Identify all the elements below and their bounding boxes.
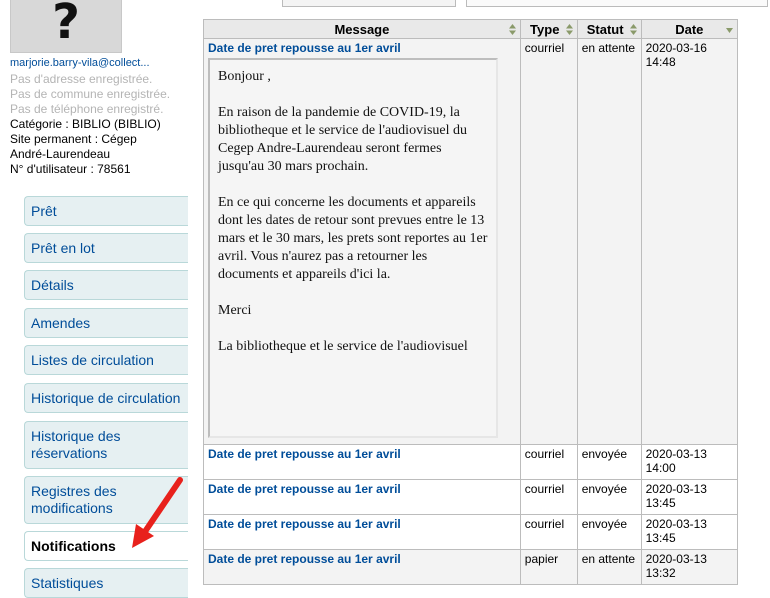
status-cell: envoyée <box>576 514 642 550</box>
status-cell: en attente <box>576 549 642 585</box>
status-cell: en attente <box>576 38 642 445</box>
nav-item-historique-circulation[interactable]: Historique de circulation <box>24 383 188 413</box>
message-body: Bonjour , En raison de la pandemie de CO… <box>208 58 498 438</box>
table-row: Date de pret repousse au 1er avril courr… <box>203 444 739 480</box>
patron-library-line1: Site permanent : Cégep <box>10 132 137 146</box>
table-row: Date de pret repousse au 1er avril Bonjo… <box>203 38 739 445</box>
nav-item-listes-circulation[interactable]: Listes de circulation <box>24 345 188 375</box>
patron-library-line2: André-Laurendeau <box>10 147 111 161</box>
message-cell: Date de pret repousse au 1er avril <box>203 514 521 550</box>
date-cell: 2020-03-16 14:48 <box>640 38 739 445</box>
message-paragraph: En ce qui concerne les documents et appa… <box>218 195 488 282</box>
sort-both-icon <box>508 24 516 35</box>
column-header-type-label: Type <box>530 21 560 37</box>
patron-user-number: N° d'utilisateur : 78561 <box>10 162 131 176</box>
table-controls-bar <box>204 0 770 7</box>
no-phone-text: Pas de téléphone enregistré. <box>10 102 164 116</box>
message-subject-link[interactable]: Date de pret repousse au 1er avril <box>208 41 516 55</box>
table-row: Date de pret repousse au 1er avril courr… <box>203 514 739 550</box>
column-header-date-label: Date <box>675 21 704 37</box>
message-subject-link[interactable]: Date de pret repousse au 1er avril <box>208 517 516 531</box>
column-header-type[interactable]: Type <box>519 19 578 39</box>
type-cell: courriel <box>519 38 578 445</box>
nav-item-pret[interactable]: Prêt <box>24 196 188 226</box>
column-header-date[interactable]: Date <box>640 19 739 39</box>
date-cell: 2020-03-13 13:45 <box>640 514 739 550</box>
column-header-message[interactable]: Message <box>203 19 521 39</box>
message-subject-link[interactable]: Date de pret repousse au 1er avril <box>208 447 516 461</box>
date-cell: 2020-03-13 13:45 <box>640 479 739 515</box>
question-mark-icon: ? <box>52 0 80 50</box>
message-paragraph: Merci <box>218 303 252 318</box>
type-cell: papier <box>519 549 578 585</box>
paging-buttons[interactable] <box>466 0 768 7</box>
date-cell: 2020-03-13 14:00 <box>640 444 739 480</box>
no-city-text: Pas de commune enregistrée. <box>10 87 171 101</box>
type-cell: courriel <box>519 479 578 515</box>
patron-info: marjorie.barry-vila@collect... Pas d'adr… <box>10 56 190 177</box>
type-cell: courriel <box>519 514 578 550</box>
nav-item-details[interactable]: Détails <box>24 270 188 300</box>
message-subject-link[interactable]: Date de pret repousse au 1er avril <box>208 552 516 566</box>
annotation-arrow-icon <box>132 477 183 548</box>
status-cell: envoyée <box>576 479 642 515</box>
patron-photo-placeholder: ? <box>10 0 122 53</box>
sort-desc-icon <box>726 28 733 33</box>
message-subject-link[interactable]: Date de pret repousse au 1er avril <box>208 482 516 496</box>
type-cell: courriel <box>519 444 578 480</box>
nav-item-historique-reservations[interactable]: Historique des réservations <box>24 421 188 469</box>
message-signature: La bibliotheque et le service de l'audio… <box>218 339 468 354</box>
sort-both-icon <box>565 24 573 35</box>
pagination-control[interactable] <box>282 0 456 7</box>
patron-category: Catégorie : BIBLIO (BIBLIO) <box>10 117 161 131</box>
message-paragraph: En raison de la pandemie de COVID-19, la… <box>218 105 468 174</box>
nav-item-pret-en-lot[interactable]: Prêt en lot <box>24 233 188 263</box>
status-cell: envoyée <box>576 444 642 480</box>
table-row: Date de pret repousse au 1er avril courr… <box>203 479 739 515</box>
message-cell: Date de pret repousse au 1er avril <box>203 479 521 515</box>
table-row: Date de pret repousse au 1er avril papie… <box>203 549 739 585</box>
message-cell: Date de pret repousse au 1er avril Bonjo… <box>203 38 521 445</box>
column-header-status-label: Statut <box>586 21 624 37</box>
sort-both-icon <box>629 24 637 35</box>
message-cell: Date de pret repousse au 1er avril <box>203 444 521 480</box>
column-header-message-label: Message <box>334 21 390 37</box>
date-cell: 2020-03-13 13:32 <box>640 549 739 585</box>
column-header-status[interactable]: Statut <box>576 19 642 39</box>
notices-table: Message Type Statut Date Date de pret re… <box>203 19 739 585</box>
no-address-text: Pas d'adresse enregistrée. <box>10 72 153 86</box>
nav-item-amendes[interactable]: Amendes <box>24 308 188 338</box>
patron-email-link[interactable]: marjorie.barry-vila@collect... <box>10 56 190 71</box>
message-cell: Date de pret repousse au 1er avril <box>203 549 521 585</box>
message-greeting: Bonjour , <box>218 69 271 84</box>
